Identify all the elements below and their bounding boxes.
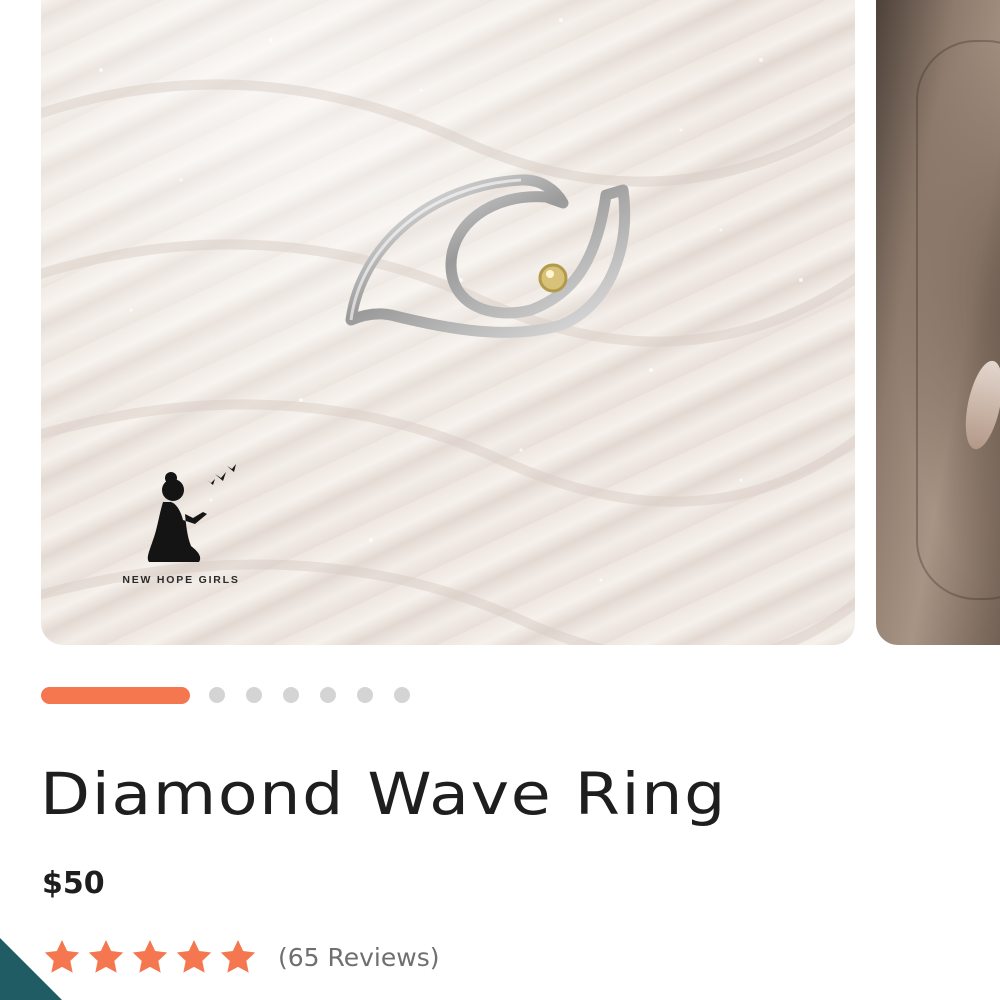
corner-accent-shape <box>0 938 62 1000</box>
reviews-link[interactable]: (65 Reviews) <box>278 943 440 972</box>
pager-dot[interactable] <box>283 687 299 703</box>
pager-dot[interactable] <box>209 687 225 703</box>
wave-ring-illustration <box>345 174 631 338</box>
product-price: $50 <box>42 866 105 901</box>
pager-dot[interactable] <box>357 687 373 703</box>
star-icon <box>88 940 124 973</box>
brand-watermark: NEW HOPE GIRLS <box>111 460 251 595</box>
product-title: Diamond Wave Ring <box>40 760 728 828</box>
pager-dot[interactable] <box>320 687 336 703</box>
carousel-pager <box>41 686 410 704</box>
pager-dot[interactable] <box>246 687 262 703</box>
image-carousel[interactable]: NEW HOPE GIRLS <box>0 0 1000 645</box>
star-icon <box>220 940 256 973</box>
pager-indicator-active[interactable] <box>41 686 190 704</box>
kneeling-girl-birds-icon <box>147 464 236 562</box>
product-image-next[interactable] <box>876 0 1000 645</box>
star-icon <box>132 940 168 973</box>
brand-name: NEW HOPE GIRLS <box>122 574 240 586</box>
hand-outline <box>916 40 1000 600</box>
product-image-main[interactable]: NEW HOPE GIRLS <box>41 0 855 645</box>
star-icon <box>176 940 212 973</box>
product-rating[interactable]: (65 Reviews) <box>42 934 440 980</box>
pager-dot[interactable] <box>394 687 410 703</box>
